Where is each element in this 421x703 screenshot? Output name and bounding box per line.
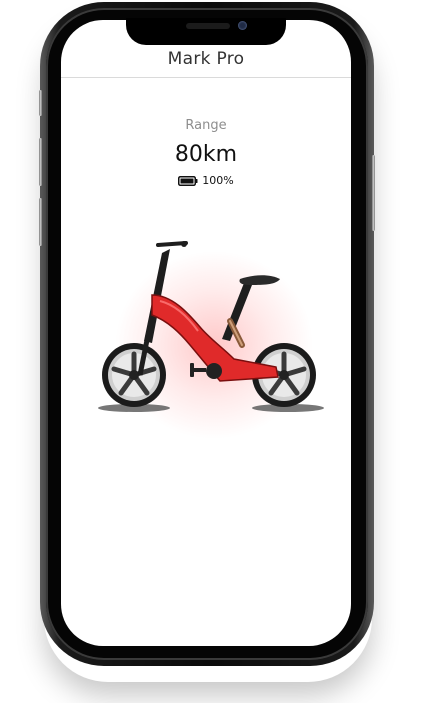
header-divider (61, 77, 351, 78)
range-label: Range (185, 118, 227, 133)
speaker-grille (186, 23, 230, 29)
volume-up-button (39, 138, 42, 186)
power-button (372, 155, 375, 231)
battery-status: 100% (61, 174, 351, 187)
mute-switch (39, 90, 42, 116)
volume-down-button (39, 198, 42, 246)
battery-full-icon (178, 175, 198, 186)
range-value: 80km (174, 142, 238, 167)
front-camera (238, 21, 247, 30)
battery-percent: 100% (202, 174, 234, 187)
front-wheel (102, 343, 166, 407)
bike-image (98, 241, 324, 412)
page-title: Mark Pro (167, 49, 245, 69)
